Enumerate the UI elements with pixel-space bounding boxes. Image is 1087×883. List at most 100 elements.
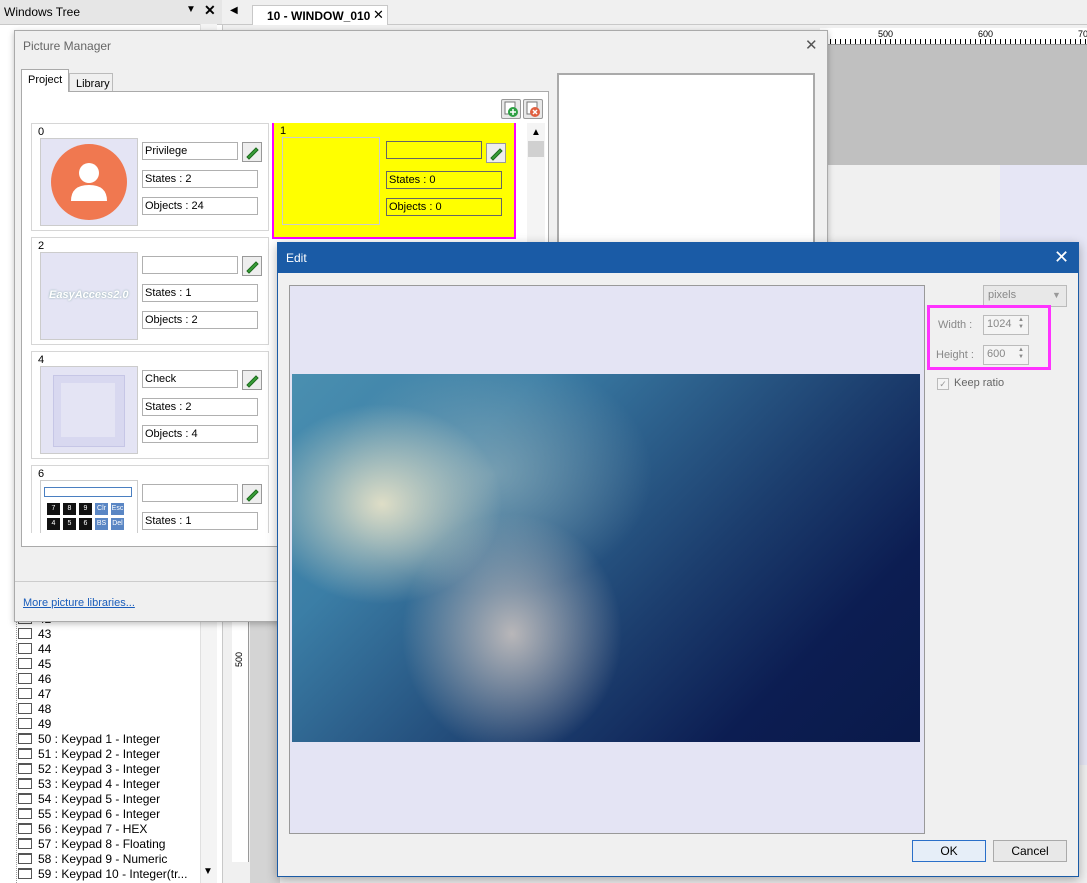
tree-item[interactable]: 47 [18, 687, 51, 702]
picture-card[interactable]: 0 Privilege States : 2 Objects : 24 [31, 123, 269, 231]
tree-item-label: 59 : Keypad 10 - Integer(tr... [38, 867, 188, 881]
dialog-titlebar: Edit ✕ [278, 243, 1078, 273]
edit-picture-button[interactable] [486, 143, 506, 163]
picture-id: 6 [38, 468, 45, 480]
picture-id: 0 [38, 126, 45, 138]
picture-name-field[interactable] [386, 141, 482, 159]
window-icon [18, 688, 32, 699]
window-icon [18, 643, 32, 654]
picture-states: States : 1 [142, 512, 258, 530]
tree-item[interactable]: 55 : Keypad 6 - Integer [18, 807, 160, 822]
keypad-key: Del [111, 518, 124, 530]
picture-name-field[interactable] [142, 484, 238, 502]
tree-item[interactable]: 58 : Keypad 9 - Numeric [18, 852, 167, 867]
cancel-button[interactable]: Cancel [993, 840, 1067, 862]
window-icon [18, 778, 32, 789]
picture-states: States : 2 [142, 170, 258, 188]
tab-project[interactable]: Project [21, 69, 69, 92]
pencil-icon [246, 489, 259, 502]
tab-library[interactable]: Library [69, 73, 113, 92]
scrollbar-thumb[interactable] [528, 141, 544, 157]
keypad-key: 6 [79, 518, 92, 530]
tree-item[interactable]: 43 [18, 627, 51, 642]
edit-picture-button[interactable] [242, 370, 262, 390]
picture-card[interactable]: 2 EasyAccess2.0 States : 1 Objects : 2 [31, 237, 269, 345]
window-icon [18, 853, 32, 864]
window-icon [18, 733, 32, 744]
tab-label: Project [28, 74, 63, 86]
edit-picture-button[interactable] [242, 142, 262, 162]
tree-item[interactable]: 44 [18, 642, 51, 657]
tree-item-label: 47 [38, 687, 52, 701]
keypad-key: 7 [47, 503, 60, 515]
ruler-label: 500 [234, 652, 244, 668]
tree-item[interactable]: 57 : Keypad 8 - Floating [18, 837, 165, 852]
window-icon [18, 823, 32, 834]
dialog-title: Edit [286, 251, 307, 265]
window-icon [18, 793, 32, 804]
thumbnail-logo-text: EasyAccess2.0 [49, 289, 129, 301]
edit-picture-button[interactable] [242, 484, 262, 504]
more-libraries-link[interactable]: More picture libraries... [23, 597, 135, 609]
tab-window-010[interactable]: 10 - WINDOW_010 ✕ [252, 5, 388, 25]
edit-preview-canvas [289, 285, 925, 834]
tree-item[interactable]: 52 : Keypad 3 - Integer [18, 762, 160, 777]
ok-button[interactable]: OK [912, 840, 986, 862]
picture-name-field[interactable]: Privilege [142, 142, 238, 160]
tree-item[interactable]: 45 [18, 657, 51, 672]
keypad-key: 9 [79, 503, 92, 515]
close-icon[interactable]: ✕ [805, 36, 818, 54]
keep-ratio-label: Keep ratio [954, 377, 1005, 389]
picture-thumbnail: 7 8 9 Clr Esc 4 5 6 BS Del [40, 480, 138, 533]
tree-item[interactable]: 51 : Keypad 2 - Integer [18, 747, 160, 762]
picture-objects: Objects : 0 [386, 198, 502, 216]
pencil-icon [246, 375, 259, 388]
delete-picture-button[interactable] [523, 99, 543, 119]
tree-item[interactable]: 54 : Keypad 5 - Integer [18, 792, 160, 807]
close-icon[interactable]: ✕ [204, 2, 216, 19]
tree-item[interactable]: 53 : Keypad 4 - Integer [18, 777, 160, 792]
picture-objects: Objects : 24 [142, 197, 258, 215]
picture-card[interactable]: 6 7 8 9 Clr Esc 4 5 6 BS Del States : 1 [31, 465, 269, 533]
dialog-title: Picture Manager [23, 39, 112, 53]
size-highlight [927, 305, 1051, 370]
windows-tree-list: 424344454647484950 : Keypad 1 - Integer5… [18, 612, 214, 883]
horizontal-ruler: 500 600 70 [820, 28, 1087, 45]
tree-item[interactable]: 49 [18, 717, 51, 732]
scroll-up-icon[interactable]: ▲ [531, 127, 541, 138]
close-icon[interactable]: ✕ [1054, 247, 1069, 268]
add-picture-button[interactable] [501, 99, 521, 119]
edit-picture-button[interactable] [242, 256, 262, 276]
tree-item-label: 55 : Keypad 6 - Integer [38, 807, 161, 821]
keep-ratio-checkbox[interactable]: ✓ [937, 378, 949, 390]
tab-scroll-left-icon[interactable]: ◀ [230, 5, 238, 16]
tree-item[interactable]: 50 : Keypad 1 - Integer [18, 732, 160, 747]
picture-name-field[interactable]: Check [142, 370, 238, 388]
window-icon [18, 658, 32, 669]
tree-item-label: 58 : Keypad 9 - Numeric [38, 852, 168, 866]
tree-item[interactable]: 46 [18, 672, 51, 687]
unit-value: pixels [988, 289, 1017, 301]
pencil-icon [490, 148, 503, 161]
picture-thumbnail [40, 366, 138, 454]
vertical-ruler [232, 612, 249, 862]
picture-card-selected[interactable]: 1 States : 0 Objects : 0 [272, 123, 516, 239]
window-icon [18, 673, 32, 684]
ruler-label: 600 [978, 29, 994, 39]
tree-item[interactable]: 56 : Keypad 7 - HEX [18, 822, 147, 837]
window-icon [18, 748, 32, 759]
keypad-key: Esc [111, 503, 124, 515]
tree-item-label: 46 [38, 672, 52, 686]
window-icon [18, 808, 32, 819]
picture-card[interactable]: 4 Check States : 2 Objects : 4 [31, 351, 269, 459]
tree-item-label: 54 : Keypad 5 - Integer [38, 792, 161, 806]
tree-item[interactable]: 59 : Keypad 10 - Integer(tr... [18, 867, 187, 882]
keypad-key: Clr [95, 503, 108, 515]
picture-name-field[interactable] [142, 256, 238, 274]
close-icon[interactable]: ✕ [373, 7, 384, 23]
unit-dropdown[interactable]: pixels ▼ [983, 285, 1067, 307]
picture-id: 2 [38, 240, 45, 252]
windows-tree-title: Windows Tree [4, 5, 81, 19]
chevron-down-icon[interactable]: ▼ [186, 4, 196, 15]
tree-item[interactable]: 48 [18, 702, 51, 717]
